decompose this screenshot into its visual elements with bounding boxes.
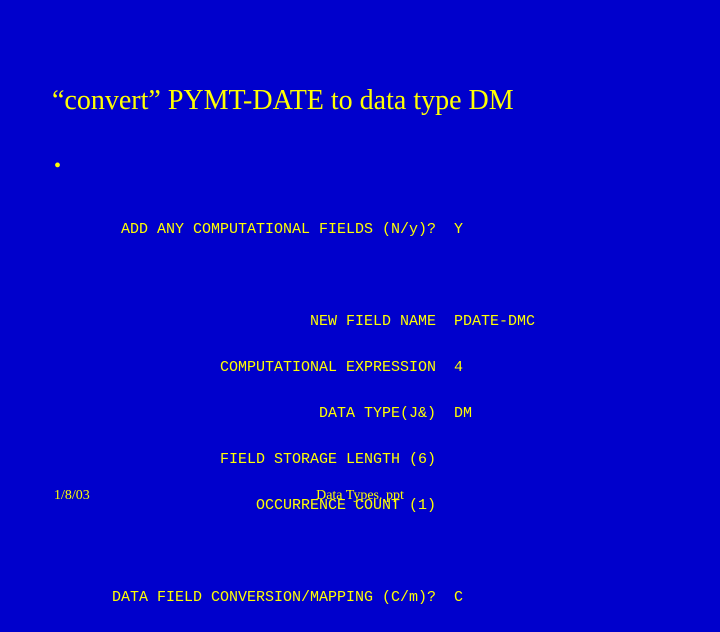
footer-date: 1/8/03	[54, 488, 90, 504]
code-block: ADD ANY COMPUTATIONAL FIELDS (N/y)? Y NEW…	[106, 195, 535, 632]
val-conversion: C	[454, 589, 463, 606]
label-add-fields: ADD ANY COMPUTATIONAL FIELDS (N/y)?	[106, 218, 436, 241]
label-conversion: DATA FIELD CONVERSION/MAPPING (C/m)?	[106, 586, 436, 609]
val-add-fields: Y	[454, 221, 463, 238]
label-data-type: DATA TYPE(J&)	[106, 402, 436, 425]
line-data-type: DATA TYPE(J&) DM	[106, 402, 535, 425]
line-conversion: DATA FIELD CONVERSION/MAPPING (C/m)? C	[106, 586, 535, 609]
slide-title: “convert” PYMT-DATE to data type DM	[52, 85, 514, 117]
line-add-fields: ADD ANY COMPUTATIONAL FIELDS (N/y)? Y	[106, 218, 535, 241]
label-new-field-name: NEW FIELD NAME	[106, 310, 436, 333]
label-storage-length: FIELD STORAGE LENGTH (6)	[106, 448, 436, 471]
line-new-field-name: NEW FIELD NAME PDATE-DMC	[106, 310, 535, 333]
val-data-type: DM	[454, 405, 472, 422]
line-blank2	[106, 540, 535, 563]
line-blank1	[106, 264, 535, 287]
bullet-marker: •	[54, 155, 61, 178]
line-storage-length: FIELD STORAGE LENGTH (6)	[106, 448, 535, 471]
label-comp-expr: COMPUTATIONAL EXPRESSION	[106, 356, 436, 379]
line-comp-expr: COMPUTATIONAL EXPRESSION 4	[106, 356, 535, 379]
val-comp-expr: 4	[454, 359, 463, 376]
footer-filename: Data Types. ppt	[316, 488, 404, 504]
val-new-field-name: PDATE-DMC	[454, 313, 535, 330]
